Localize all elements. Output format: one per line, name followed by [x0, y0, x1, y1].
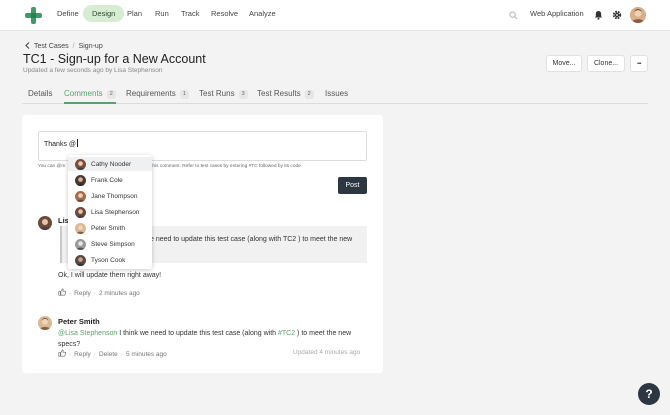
nav-analyze[interactable]: Analyze [249, 9, 276, 18]
mention-option-cathy-nooder[interactable]: Cathy Nooder [68, 157, 152, 171]
composer-hint-right: this comment. Refer to test cases by ent… [151, 164, 303, 169]
avatar [75, 158, 86, 170]
nav-plan[interactable]: Plan [127, 9, 142, 18]
nav-run[interactable]: Run [155, 9, 169, 18]
avatar [75, 206, 86, 218]
comment-avatar-lisa [38, 216, 52, 230]
avatar [75, 222, 86, 234]
help-button[interactable]: ? [638, 383, 660, 405]
comment-body: @Lisa Stephenson I think we need to upda… [58, 328, 363, 350]
tab-test-runs-label: Test Runs [199, 89, 235, 98]
tab-issues[interactable]: Issues [325, 89, 348, 104]
tab-requirements[interactable]: Requirements 1 [126, 89, 189, 104]
avatar [75, 174, 86, 186]
avatar [75, 190, 86, 202]
mention-option-label: Lisa Stephenson [91, 208, 140, 216]
comment-author: Peter Smith [58, 317, 100, 326]
tab-requirements-label: Requirements [126, 89, 176, 98]
action-separator: · [120, 350, 123, 358]
mention-option-label: Jane Thompson [91, 192, 138, 200]
tab-test-runs-count: 3 [238, 90, 248, 99]
mention-option-label: Steve Simpson [91, 240, 135, 248]
nav-resolve[interactable]: Resolve [211, 9, 238, 18]
composer-hint-left: You can @m [38, 164, 66, 169]
mention-option-frank-cole[interactable]: Frank Cole [68, 173, 152, 187]
comment-body-part: ) to meet the new [295, 330, 352, 337]
user-mention[interactable]: @Lisa Stephenson [58, 330, 117, 337]
page-subtitle: Updated a few seconds ago by Lisa Stephe… [23, 67, 163, 74]
tab-details-label: Details [28, 89, 53, 98]
breadcrumb-current: Sign-up [78, 43, 103, 50]
mention-option-lisa-stephenson[interactable]: Lisa Stephenson [68, 205, 152, 219]
tab-requirements-count: 1 [179, 90, 189, 99]
bell-icon[interactable] [592, 9, 604, 21]
tab-comments-label: Comments [64, 89, 103, 98]
delete-link[interactable]: Delete [99, 351, 118, 358]
move-button[interactable]: Move... [546, 55, 582, 72]
quoted-comment-text: e need to update this test case (along w… [150, 236, 353, 243]
comment-actions: · Reply · Delete · 5 minutes ago [58, 349, 167, 359]
test-case-link[interactable]: #TC2 [278, 330, 295, 337]
tab-issues-label: Issues [325, 89, 349, 98]
search-icon[interactable] [507, 9, 519, 21]
thumbs-up-icon[interactable] [58, 288, 67, 298]
avatar [75, 254, 86, 266]
comment-updated-time: Updated 4 minutes ago [293, 349, 361, 356]
gear-icon[interactable] [611, 9, 623, 21]
tab-details[interactable]: Details [28, 89, 52, 104]
post-button[interactable]: Post [338, 177, 367, 194]
comment-body-part: I think we need to update this test case… [117, 330, 278, 337]
action-separator: · [69, 289, 72, 297]
mention-option-label: Tyson Cook [91, 256, 126, 264]
mention-option-jane-thompson[interactable]: Jane Thompson [68, 189, 152, 203]
reply-link[interactable]: Reply [74, 290, 91, 297]
action-separator: · [69, 350, 72, 358]
comment-timestamp: 2 minutes ago [98, 289, 140, 297]
action-separator: · [93, 350, 96, 358]
tab-test-results[interactable]: Test Results 2 [257, 89, 314, 104]
reply-link[interactable]: Reply [74, 351, 91, 358]
tab-test-results-label: Test Results [257, 89, 301, 98]
page-title: TC1 - Sign-up for a New Account [23, 52, 206, 66]
mention-option-label: Peter Smith [91, 224, 125, 232]
comment-body: Ok, I will update them right away! [58, 272, 162, 279]
mention-option-peter-smith[interactable]: Peter Smith [68, 221, 152, 235]
nav-define[interactable]: Define [57, 9, 79, 18]
breadcrumb-test-cases-link[interactable]: Test Cases [34, 43, 69, 50]
mention-option-label: Frank Cole [91, 176, 123, 184]
breadcrumb-separator: / [72, 43, 75, 50]
action-separator: · [93, 289, 96, 297]
thumbs-up-icon[interactable] [58, 349, 67, 359]
mention-option-tyson-cook[interactable]: Tyson Cook [68, 253, 152, 267]
clone-button[interactable]: Clone... [587, 55, 625, 72]
tab-comments-count: 2 [106, 90, 116, 99]
mention-option-label: Cathy Nooder [91, 160, 132, 168]
avatar [75, 238, 86, 250]
tab-test-results-count: 2 [304, 90, 314, 99]
nav-track[interactable]: Track [181, 9, 199, 18]
mention-dropdown: Cathy Nooder Frank Cole Jane Thompson Li… [68, 155, 152, 269]
tab-comments[interactable]: Comments 2 [64, 89, 116, 104]
tab-bar: Details Comments 2 Requirements 1 Test R… [22, 87, 648, 104]
composer-hint: You can @m this comment. Refer to test c… [38, 164, 302, 169]
mention-option-steve-simpson[interactable]: Steve Simpson [68, 237, 152, 251]
breadcrumb: Test Cases / Sign-up [25, 42, 103, 51]
text-caret [77, 139, 79, 147]
more-options-button[interactable]: ••• [630, 55, 648, 72]
top-navigation: Define Design Plan Run Track Resolve Ana… [0, 0, 670, 31]
comment-input-value: Thanks @ [44, 141, 77, 148]
comment-timestamp: 5 minutes ago [125, 350, 167, 358]
tab-test-runs[interactable]: Test Runs 3 [199, 89, 248, 104]
nav-design[interactable]: Design [83, 5, 125, 22]
app-logo-icon[interactable] [25, 7, 42, 24]
user-avatar[interactable] [630, 7, 646, 23]
comment-avatar-peter [38, 316, 52, 330]
chevron-left-icon[interactable] [25, 42, 30, 51]
comment-body-part: specs? [58, 341, 81, 348]
comment-actions: · Reply · 2 minutes ago [58, 288, 140, 298]
project-selector[interactable]: Web Application [530, 9, 584, 18]
